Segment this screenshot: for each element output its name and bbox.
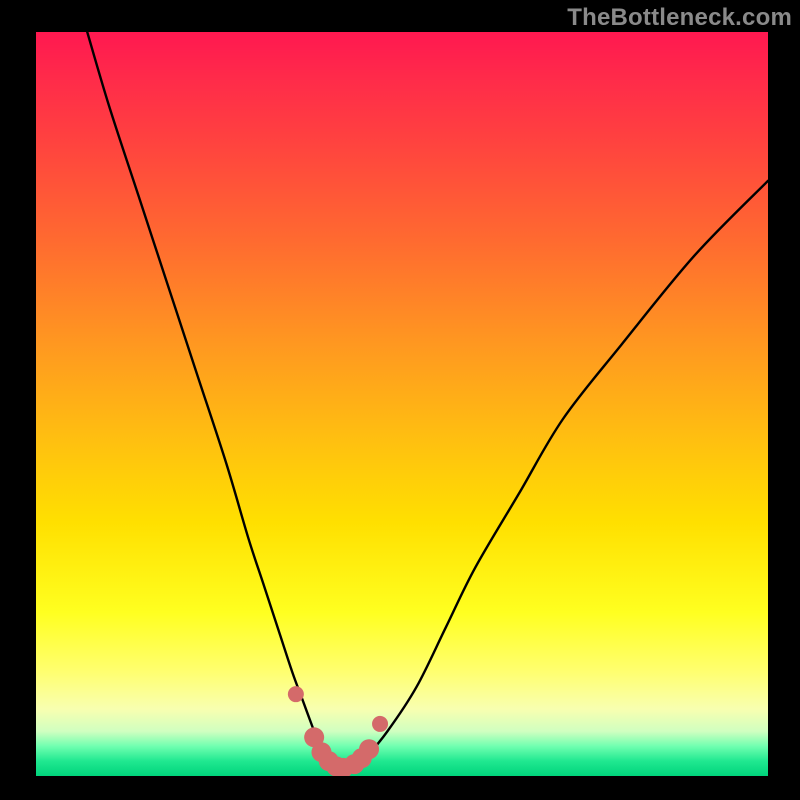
chart-frame: TheBottleneck.com xyxy=(0,0,800,800)
highlight-marker xyxy=(288,686,304,702)
plot-area xyxy=(36,32,768,776)
highlight-marker xyxy=(359,739,379,759)
watermark-text: TheBottleneck.com xyxy=(567,4,792,32)
highlight-marker xyxy=(372,716,388,732)
highlight-markers xyxy=(36,32,768,776)
